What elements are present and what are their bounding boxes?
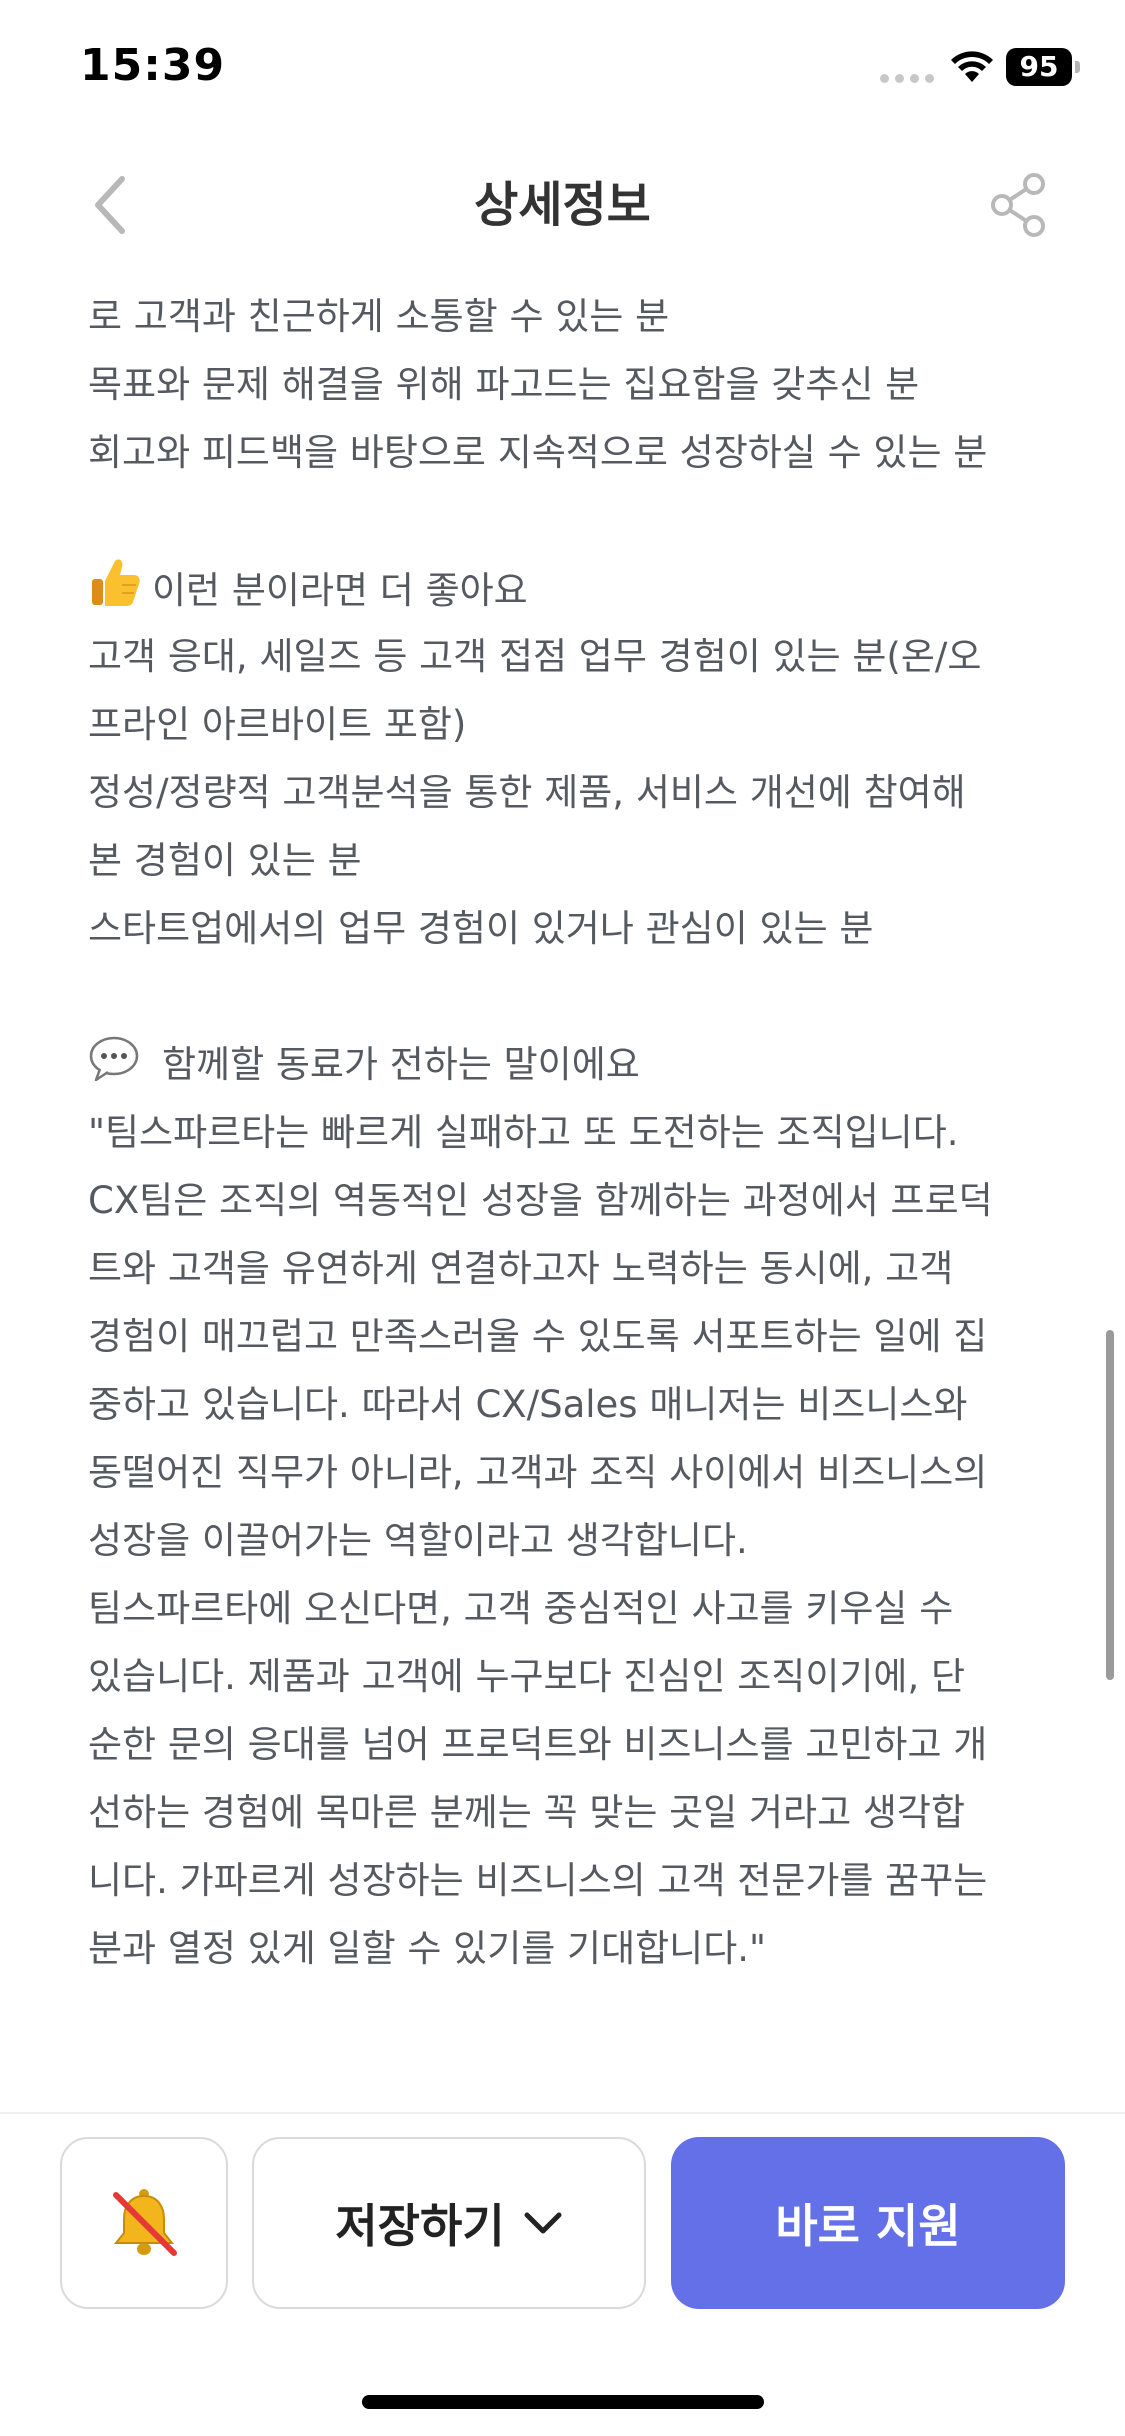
text-line: 고객 응대, 세일즈 등 고객 접점 업무 경험이 있는 분(온/오 — [88, 635, 982, 678]
text-line: CX팀은 조직의 역동적인 성장을 함께하는 과정에서 프로덕 — [88, 1179, 993, 1222]
text-line: 성장을 이끌어가는 역할이라고 생각합니다. — [88, 1519, 748, 1562]
speech-bubble-icon — [88, 1035, 140, 1105]
save-button[interactable]: 저장하기 — [252, 2137, 646, 2309]
bell-off-icon — [113, 2189, 177, 2256]
save-label: 저장하기 — [335, 2199, 505, 2253]
text-line: 니다. 가파르게 성장하는 비즈니스의 고객 전문가를 꿈꾸는 — [88, 1859, 988, 1902]
chevron-down-icon — [524, 2212, 562, 2234]
colleague-heading: 함께할 동료가 전하는 말이에요 — [88, 1031, 1048, 1099]
preferred-heading: 이런 분이라면 더 좋아요 — [88, 555, 1048, 623]
battery-icon: 95 — [1006, 48, 1080, 86]
text-line: 정성/정량적 고객분석을 통한 제품, 서비스 개선에 참여해 — [88, 771, 966, 814]
apply-label: 바로 지원 — [775, 2199, 961, 2253]
wifi-icon — [951, 51, 993, 82]
text-line: 스타트업에서의 업무 경험이 있거나 관심이 있는 분 — [88, 907, 874, 950]
preferred-heading-text: 이런 분이라면 더 좋아요 — [152, 569, 528, 612]
apply-button[interactable]: 바로 지원 — [671, 2137, 1065, 2309]
text-line: 로 고객과 친근하게 소통할 수 있는 분 — [88, 295, 670, 338]
text-line: 선하는 경험에 목마른 분께는 꼭 맞는 곳일 거라고 생각합 — [88, 1791, 966, 1834]
text-line: 프라인 아르바이트 포함) — [88, 703, 467, 746]
chevron-left-icon — [95, 176, 125, 234]
text-line: 있습니다. 제품과 고객에 누구보다 진심인 조직이기에, 단 — [88, 1655, 966, 1698]
nav-bar: 상세정보 — [0, 140, 1125, 270]
page-title: 상세정보 — [474, 177, 651, 233]
status-bar: 15:39 95 — [0, 0, 1125, 140]
battery-level: 95 — [1019, 50, 1059, 83]
text-line: "팀스파르타는 빠르게 실패하고 또 도전하는 조직입니다. — [88, 1111, 959, 1154]
text-line: 목표와 문제 해결을 위해 파고드는 집요함을 갖추신 분 — [88, 363, 920, 406]
alarm-button[interactable] — [60, 2137, 228, 2309]
text-line: 팀스파르타에 오신다면, 고객 중심적인 사고를 키우실 수 — [88, 1587, 954, 1630]
text-line: 본 경험이 있는 분 — [88, 839, 362, 882]
share-icon — [991, 173, 1045, 237]
text-line: 경험이 매끄럽고 만족스러울 수 있도록 서포트하는 일에 집 — [88, 1315, 988, 1358]
share-button[interactable] — [986, 172, 1050, 238]
text-line: 순한 문의 응대를 넘어 프로덕트와 비즈니스를 고민하고 개 — [88, 1723, 988, 1766]
signal-dots-icon — [880, 74, 934, 83]
text-line: 회고와 피드백을 바탕으로 지속적으로 성장하실 수 있는 분 — [88, 431, 988, 474]
text-line: 트와 고객을 유연하게 연결하고자 노력하는 동시에, 고객 — [88, 1247, 954, 1290]
home-indicator[interactable] — [362, 2395, 764, 2409]
scrollbar[interactable] — [1106, 1330, 1114, 1680]
status-time: 15:39 — [80, 40, 226, 91]
back-button[interactable] — [80, 170, 140, 240]
text-line: 분과 열정 있게 일할 수 있기를 기대합니다." — [88, 1927, 767, 1970]
text-line: 동떨어진 직무가 아니라, 고객과 조직 사이에서 비즈니스의 — [88, 1451, 988, 1494]
colleague-heading-text: 함께할 동료가 전하는 말이에요 — [162, 1043, 640, 1086]
job-description: 로 고객과 친근하게 소통할 수 있는 분 목표와 문제 해결을 위해 파고드는… — [88, 283, 1048, 1983]
text-line: 중하고 있습니다. 따라서 CX/Sales 매니저는 비즈니스와 — [88, 1383, 968, 1426]
bottom-divider — [0, 2112, 1125, 2114]
thumbs-up-icon — [88, 555, 142, 631]
